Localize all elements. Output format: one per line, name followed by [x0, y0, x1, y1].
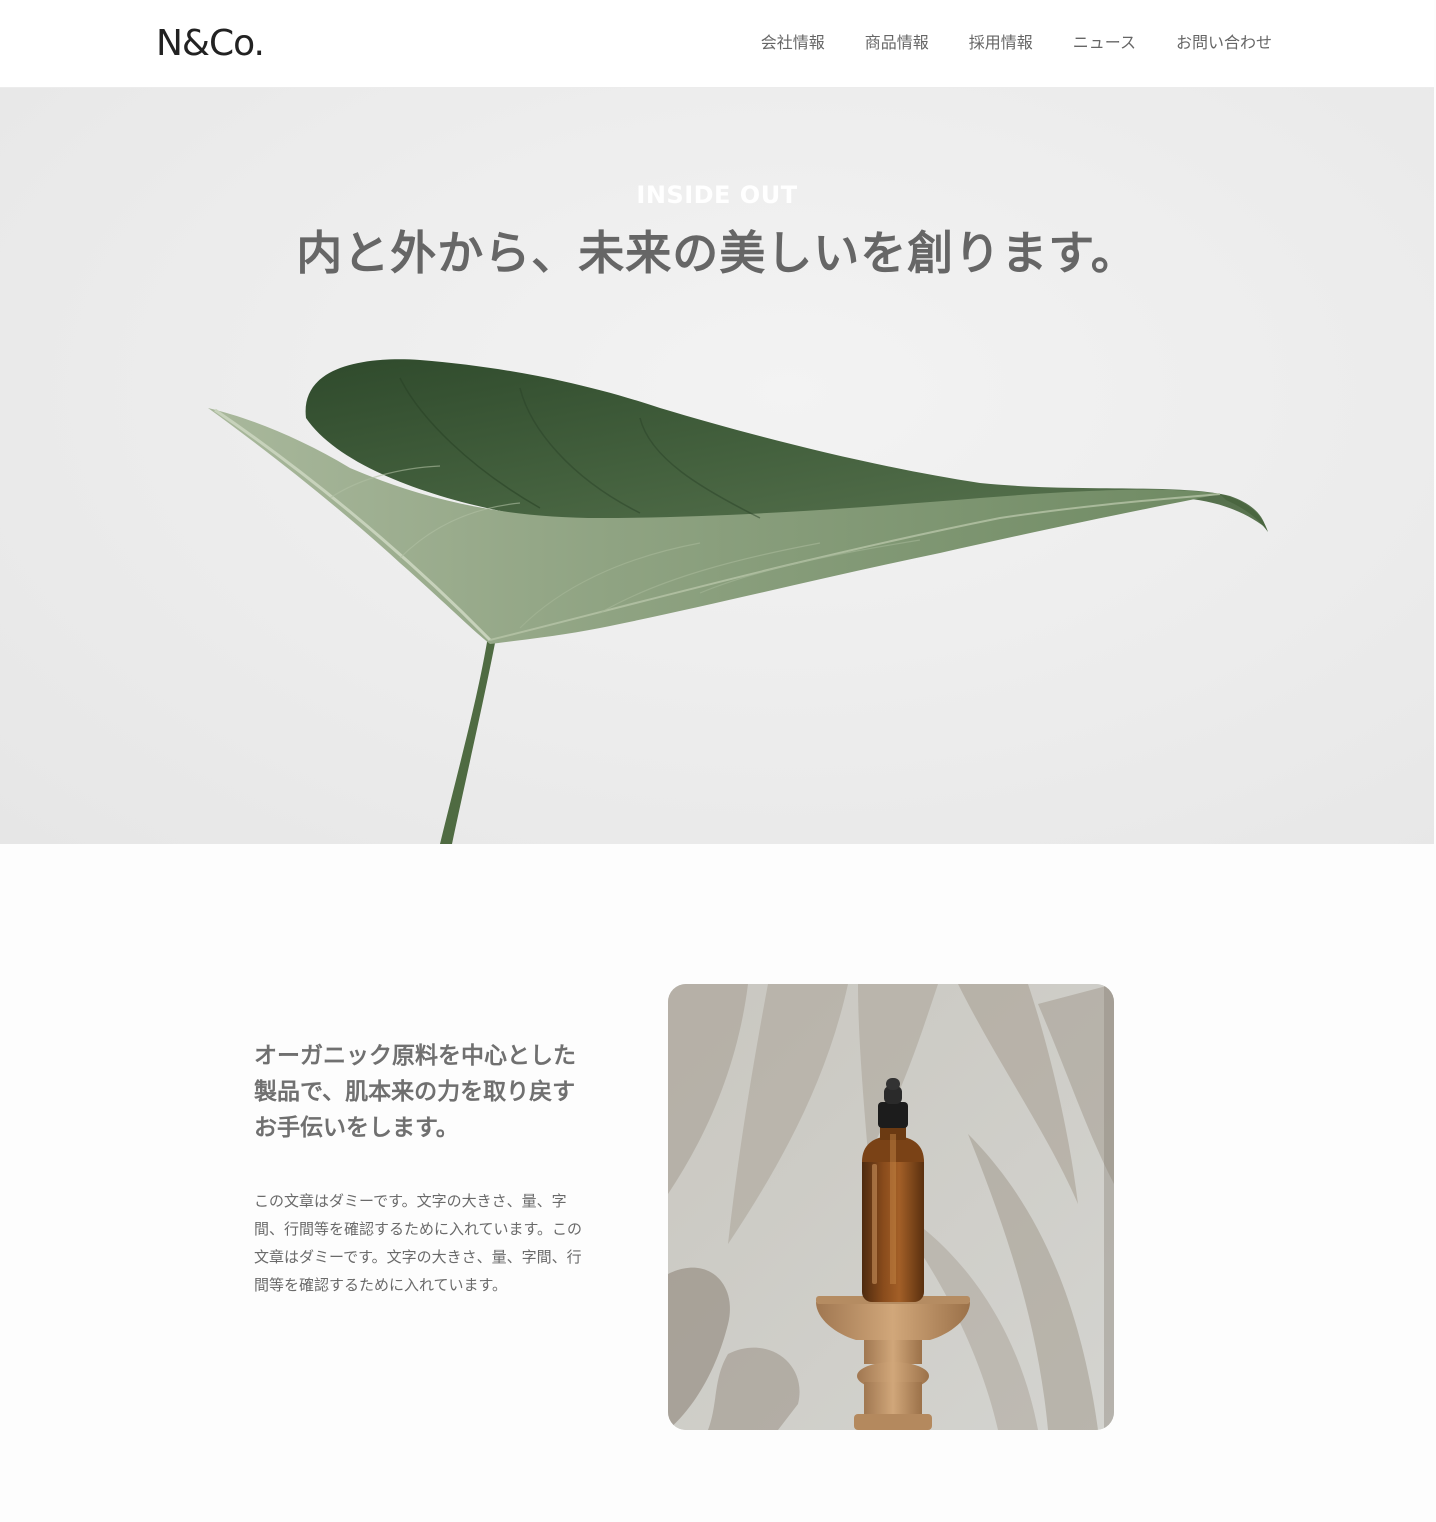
- intro-body-line: 間、行間等を確認するために入れています。この: [254, 1220, 583, 1238]
- logo[interactable]: N&Co.: [156, 22, 265, 66]
- nav-link-recruit[interactable]: 採用情報: [969, 32, 1033, 54]
- hero-section: INSIDE OUT 内と外から、未来の美しいを創ります。: [0, 88, 1434, 844]
- hero-title: 内と外から、未来の美しいを創ります。: [296, 226, 1138, 280]
- hero-subtitle: INSIDE OUT: [636, 181, 798, 209]
- main-nav: 会社情報 商品情報 採用情報 ニュース お問い合わせ: [761, 32, 1272, 54]
- nav-link-contact[interactable]: お問い合わせ: [1176, 32, 1272, 54]
- nav-link-products[interactable]: 商品情報: [865, 32, 929, 54]
- site-header: N&Co. 会社情報 商品情報 採用情報 ニュース お問い合わせ: [0, 0, 1434, 88]
- intro-body-line: 間等を確認するために入れています。: [254, 1276, 508, 1294]
- nav-link-news[interactable]: ニュース: [1073, 32, 1136, 54]
- product-image: [668, 984, 1114, 1430]
- intro-heading: オーガニック原料を中心とした 製品で、肌本来の力を取り戻す お手伝いをします。: [254, 1038, 614, 1146]
- serum-bottle-illustration: [668, 984, 1114, 1430]
- intro-heading-line: お手伝いをします。: [254, 1115, 459, 1141]
- intro-heading-line: 製品で、肌本来の力を取り戻す: [254, 1079, 576, 1105]
- nav-link-company[interactable]: 会社情報: [761, 32, 825, 54]
- intro-heading-line: オーガニック原料を中心とした: [254, 1043, 576, 1069]
- intro-body-line: 文章はダミーです。文字の大きさ、量、字間、行: [254, 1248, 582, 1266]
- intro-body-text: この文章はダミーです。文字の大きさ、量、字 間、行間等を確認するために入れていま…: [254, 1187, 614, 1299]
- intro-body-line: この文章はダミーです。文字の大きさ、量、字: [254, 1192, 567, 1210]
